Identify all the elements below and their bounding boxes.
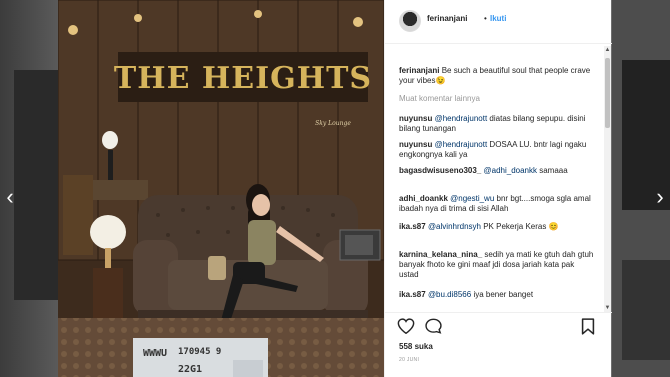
comment-mention[interactable]: @hendrajunott [435, 114, 488, 123]
caption: ferinanjani Be such a beautiful soul tha… [399, 66, 595, 86]
comment-item: adhi_doankk @ngesti_wu bnr bgt....smoga … [399, 194, 595, 214]
plate-text-1: WWWU [143, 348, 167, 359]
comment-item: ika.s87 @bu.di8566 iya bener banget [399, 290, 595, 300]
bookmark-icon [581, 318, 595, 335]
comment-username[interactable]: ika.s87 [399, 290, 426, 299]
next-post-button[interactable]: › [652, 186, 668, 208]
scroll-up-arrow-icon[interactable]: ▲ [604, 46, 611, 54]
save-button[interactable] [581, 318, 595, 340]
comment-item: nuyunsu @hendrajunott DOSAA LU. bntr lag… [399, 140, 595, 160]
photo-scene: THE HEIGHTS Sky Lounge WWWU 170945 9 22G… [58, 0, 384, 377]
comment-button[interactable] [425, 318, 442, 339]
comments-scrollbar[interactable]: ▲ ▼ [604, 46, 611, 312]
sign-subtitle: Sky Lounge [315, 120, 351, 127]
chevron-right-icon: › [656, 184, 664, 209]
comment-username[interactable]: karnina_kelana_nina_ [399, 250, 482, 259]
avatar[interactable] [399, 10, 421, 32]
scroll-thumb[interactable] [605, 58, 610, 128]
load-more-comments-link[interactable]: Muat komentar lainnya [399, 94, 480, 103]
comment-mention[interactable]: @bu.di8566 [428, 290, 471, 299]
comment-item: bagasdwisuseno303_ @adhi_doankk samaaa [399, 166, 595, 176]
post-side-panel: ferinanjani • Ikuti ferinanjani Be such … [384, 0, 612, 377]
comment-mention[interactable]: @alvinhrdnsyh [428, 222, 481, 231]
comment-username[interactable]: adhi_doankk [399, 194, 448, 203]
sign-text: THE HEIGHTS [114, 61, 372, 96]
heart-icon [397, 318, 415, 335]
comment-username[interactable]: nuyunsu [399, 114, 432, 123]
scroll-down-arrow-icon[interactable]: ▼ [604, 304, 611, 312]
comments-list[interactable]: ferinanjani Be such a beautiful soul tha… [385, 44, 603, 312]
header-username[interactable]: ferinanjani [427, 14, 467, 23]
comment-mention[interactable]: @hendrajunott [435, 140, 488, 149]
chevron-left-icon: ‹ [6, 184, 14, 209]
post-date: 20 JUNI [399, 357, 420, 363]
comment-item: karnina_kelana_nina_ sedih ya mati ke gt… [399, 250, 595, 280]
comment-icon [425, 318, 442, 334]
comment-username[interactable]: nuyunsu [399, 140, 432, 149]
comment-mention[interactable]: @adhi_doankk [484, 166, 538, 175]
follow-button[interactable]: Ikuti [490, 14, 506, 23]
comment-text: iya bener banget [473, 290, 534, 299]
like-button[interactable] [397, 318, 415, 339]
background-image-left [14, 70, 58, 300]
background-image-right-bottom [622, 260, 670, 360]
previous-post-button[interactable]: ‹ [2, 186, 18, 208]
comment-item: nuyunsu @hendrajunott diatas bilang sepu… [399, 114, 595, 134]
comment-text: PK Pekerja Keras 😊 [483, 222, 559, 231]
comment-item: ika.s87 @alvinhrdnsyh PK Pekerja Keras 😊 [399, 222, 595, 232]
post-actions: 558 suka 20 JUNI [385, 312, 612, 377]
comment-username[interactable]: bagasdwisuseno303_ [399, 166, 481, 175]
comment-mention[interactable]: @ngesti_wu [450, 194, 494, 203]
comment-text: samaaa [539, 166, 568, 175]
post-photo[interactable]: THE HEIGHTS Sky Lounge WWWU 170945 9 22G… [58, 0, 384, 377]
post-header: ferinanjani • Ikuti [385, 0, 612, 44]
likes-count[interactable]: 558 suka [399, 342, 433, 351]
post-modal: THE HEIGHTS Sky Lounge WWWU 170945 9 22G… [58, 0, 612, 377]
plate-text-3: 22G1 [178, 364, 202, 375]
caption-username[interactable]: ferinanjani [399, 66, 439, 75]
plate-text-2: 170945 9 [178, 347, 221, 357]
comment-username[interactable]: ika.s87 [399, 222, 426, 231]
header-separator: • [484, 14, 487, 23]
